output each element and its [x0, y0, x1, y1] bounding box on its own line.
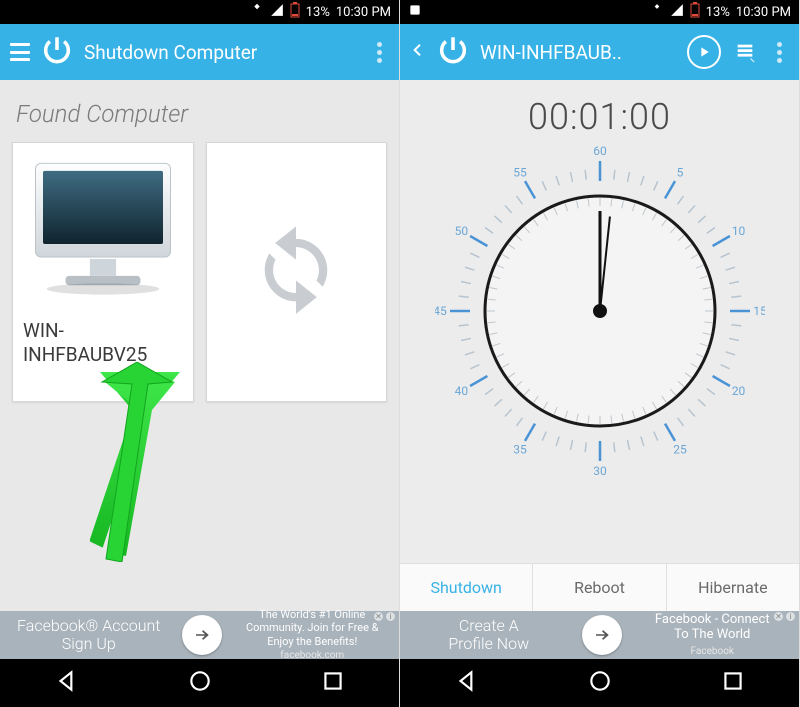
- home-icon[interactable]: [587, 668, 613, 698]
- status-bar: 13% 10:30 PM: [0, 0, 399, 24]
- overflow-icon[interactable]: [369, 42, 389, 63]
- recents-icon[interactable]: [720, 668, 746, 698]
- list-icon[interactable]: [731, 38, 759, 66]
- monitor-icon: [28, 153, 178, 307]
- section-title: Found Computer: [16, 100, 383, 128]
- diamond-icon: [250, 3, 264, 21]
- signal-icon: [270, 3, 284, 21]
- status-bar: 13% 10:30 PM: [400, 0, 799, 24]
- back-chevron-icon[interactable]: [410, 38, 426, 66]
- svg-text:35: 35: [513, 443, 527, 457]
- signal-icon: [670, 3, 684, 21]
- ad-left-text: Create AProfile Now: [400, 615, 578, 656]
- ad-close-icon[interactable]: ✕i: [774, 612, 795, 621]
- battery-percent: 13%: [706, 5, 730, 20]
- computer-name: WIN-INHFBAUBV25: [23, 319, 183, 367]
- nav-bar: [400, 659, 799, 707]
- action-tabs: Shutdown Reboot Hibernate: [400, 563, 799, 611]
- right-screen: 13% 10:30 PM WIN-INHFBAUB.. 00:01:00 60 5…: [400, 0, 800, 707]
- home-icon[interactable]: [187, 668, 213, 698]
- svg-text:40: 40: [454, 384, 468, 398]
- status-time: 10:30 PM: [736, 5, 791, 20]
- svg-text:5: 5: [676, 165, 683, 179]
- action-bar: WIN-INHFBAUB..: [400, 24, 799, 80]
- computer-card[interactable]: WIN-INHFBAUBV25: [12, 142, 194, 402]
- refresh-card[interactable]: [206, 142, 388, 402]
- left-screen: 13% 10:30 PM Shutdown Computer Found Com…: [0, 0, 400, 707]
- tab-shutdown[interactable]: Shutdown: [400, 564, 532, 611]
- nav-bar: [0, 659, 399, 707]
- app-title: WIN-INHFBAUB..: [480, 41, 677, 64]
- timer-display: 00:01:00: [400, 96, 799, 138]
- tab-reboot[interactable]: Reboot: [532, 564, 665, 611]
- recents-icon[interactable]: [320, 668, 346, 698]
- power-icon: [436, 33, 470, 71]
- ad-banner[interactable]: Facebook® AccountSign Up The World's #1 …: [0, 611, 399, 659]
- notification-icon: [408, 3, 422, 21]
- ad-close-icon[interactable]: ✕i: [374, 612, 395, 621]
- svg-text:10: 10: [731, 224, 745, 238]
- battery-icon: [290, 2, 300, 22]
- svg-text:25: 25: [673, 443, 687, 457]
- power-icon: [40, 33, 74, 71]
- timer-area: 00:01:00 60 5 10 15 20 25 30 35 40 45 50 55: [400, 80, 799, 563]
- content-area: Found Computer: [0, 80, 399, 611]
- svg-text:45: 45: [435, 304, 447, 318]
- app-title: Shutdown Computer: [84, 41, 359, 64]
- status-time: 10:30 PM: [336, 5, 391, 20]
- battery-icon: [690, 2, 700, 22]
- battery-percent: 13%: [306, 5, 330, 20]
- svg-text:60: 60: [593, 146, 607, 158]
- refresh-icon: [246, 218, 346, 322]
- play-button[interactable]: [687, 35, 721, 69]
- tab-hibernate[interactable]: Hibernate: [666, 564, 799, 611]
- timer-dial[interactable]: 60 5 10 15 20 25 30 35 40 45 50 55: [435, 146, 765, 476]
- back-icon[interactable]: [54, 668, 80, 698]
- ad-right-text: Facebook - Connect To The World Facebook: [626, 610, 800, 661]
- svg-text:50: 50: [454, 224, 468, 238]
- ad-left-text: Facebook® AccountSign Up: [0, 615, 178, 656]
- diamond-icon: [650, 3, 664, 21]
- action-bar: Shutdown Computer: [0, 24, 399, 80]
- svg-text:55: 55: [513, 165, 527, 179]
- ad-right-text: The World's #1 Online Community. Join fo…: [226, 606, 400, 664]
- svg-text:20: 20: [731, 384, 745, 398]
- menu-icon[interactable]: [10, 43, 30, 61]
- back-icon[interactable]: [454, 668, 480, 698]
- svg-text:30: 30: [593, 464, 607, 476]
- ad-arrow-button[interactable]: [182, 615, 222, 655]
- ad-arrow-button[interactable]: [582, 615, 622, 655]
- svg-text:15: 15: [753, 304, 765, 318]
- ad-banner[interactable]: Create AProfile Now Facebook - Connect T…: [400, 611, 799, 659]
- overflow-icon[interactable]: [769, 42, 789, 63]
